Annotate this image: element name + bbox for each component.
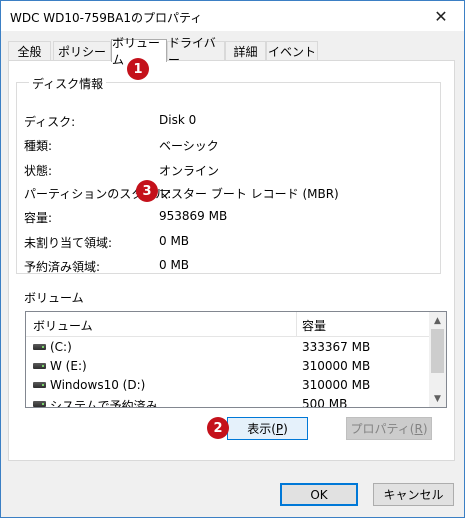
properties-button-close: )	[422, 421, 428, 436]
close-icon: ✕	[434, 6, 448, 26]
type-value: ベーシック	[159, 139, 219, 153]
column-volume[interactable]: ボリューム	[33, 317, 93, 334]
capacity-value: 953869 MB	[159, 209, 228, 223]
partition-style-value: マスター ブート レコード (MBR)	[159, 187, 339, 201]
ok-button[interactable]: OK	[280, 483, 358, 506]
list-header: ボリューム 容量	[26, 312, 430, 337]
volume-size: 500 MB	[302, 397, 348, 408]
show-button[interactable]: 表示(P)	[227, 417, 308, 440]
status-value: オンライン	[159, 164, 220, 178]
volume-list[interactable]: ボリューム 容量 (C:) 333367 MB W (E:) 310000 MB…	[25, 311, 447, 408]
step-badge-1: 1	[127, 58, 149, 80]
step-badge-2: 2	[207, 417, 229, 439]
volume-name: (C:)	[50, 340, 72, 354]
disk-info-title: ディスク情報	[29, 75, 107, 92]
reserved-value: 0 MB	[159, 258, 190, 272]
disk-value: Disk 0	[159, 113, 197, 127]
status-label: 状態:	[24, 164, 53, 178]
unallocated-label: 未割り当て領域:	[24, 236, 113, 250]
window-title: WDC WD10-759BA1のプロパティ	[10, 11, 203, 25]
close-button[interactable]: ✕	[418, 1, 464, 31]
step-badge-3: 3	[136, 180, 158, 202]
drive-icon	[33, 401, 46, 407]
volume-size: 310000 MB	[302, 359, 371, 373]
drive-icon	[33, 363, 46, 369]
list-item[interactable]: W (E:) 310000 MB	[26, 357, 430, 376]
list-item[interactable]: Windows10 (D:) 310000 MB	[26, 376, 430, 395]
properties-button-text: プロパティ(	[350, 422, 415, 436]
volume-name: W (E:)	[50, 359, 87, 373]
properties-button-accel: R	[414, 421, 423, 436]
properties-button[interactable]: プロパティ(R)	[346, 417, 432, 440]
column-separator[interactable]	[296, 312, 297, 336]
tab-policy[interactable]: ポリシー	[53, 41, 111, 60]
volume-name: システムで予約済み	[50, 399, 158, 408]
type-label: 種類:	[24, 139, 53, 153]
scroll-up-button[interactable]: ▲	[429, 312, 446, 329]
tab-driver[interactable]: ドライバー	[167, 36, 225, 67]
volumes-label: ボリューム	[24, 291, 84, 305]
tab-events[interactable]: イベント	[266, 41, 318, 60]
volume-name: Windows10 (D:)	[50, 378, 146, 392]
tab-details[interactable]: 詳細	[225, 41, 266, 60]
capacity-label: 容量:	[24, 211, 53, 225]
drive-icon	[33, 382, 46, 388]
scroll-thumb[interactable]	[431, 329, 444, 373]
volume-size: 333367 MB	[302, 340, 371, 354]
chevron-down-icon: ▼	[434, 393, 441, 404]
scroll-down-button[interactable]: ▼	[429, 390, 446, 407]
show-button-close: )	[283, 421, 288, 436]
cancel-button[interactable]: キャンセル	[373, 483, 454, 506]
show-button-text: 表示(	[247, 422, 276, 436]
volume-size: 310000 MB	[302, 378, 371, 392]
column-capacity[interactable]: 容量	[302, 317, 326, 334]
reserved-label: 予約済み領域:	[24, 260, 101, 274]
list-item[interactable]: (C:) 333367 MB	[26, 338, 430, 357]
vertical-scrollbar[interactable]: ▲ ▼	[429, 312, 446, 407]
title-bar[interactable]: WDC WD10-759BA1のプロパティ ✕	[1, 1, 464, 31]
unallocated-value: 0 MB	[159, 234, 190, 248]
tab-strip: 全般 ポリシー ボリューム ドライバー 詳細 イベント	[8, 36, 456, 67]
chevron-up-icon: ▲	[434, 315, 441, 326]
disk-label: ディスク:	[24, 115, 76, 129]
drive-icon	[33, 344, 46, 350]
tab-general[interactable]: 全般	[8, 41, 51, 60]
show-button-accel: P	[275, 421, 284, 436]
list-item[interactable]: システムで予約済み 500 MB	[26, 395, 430, 408]
